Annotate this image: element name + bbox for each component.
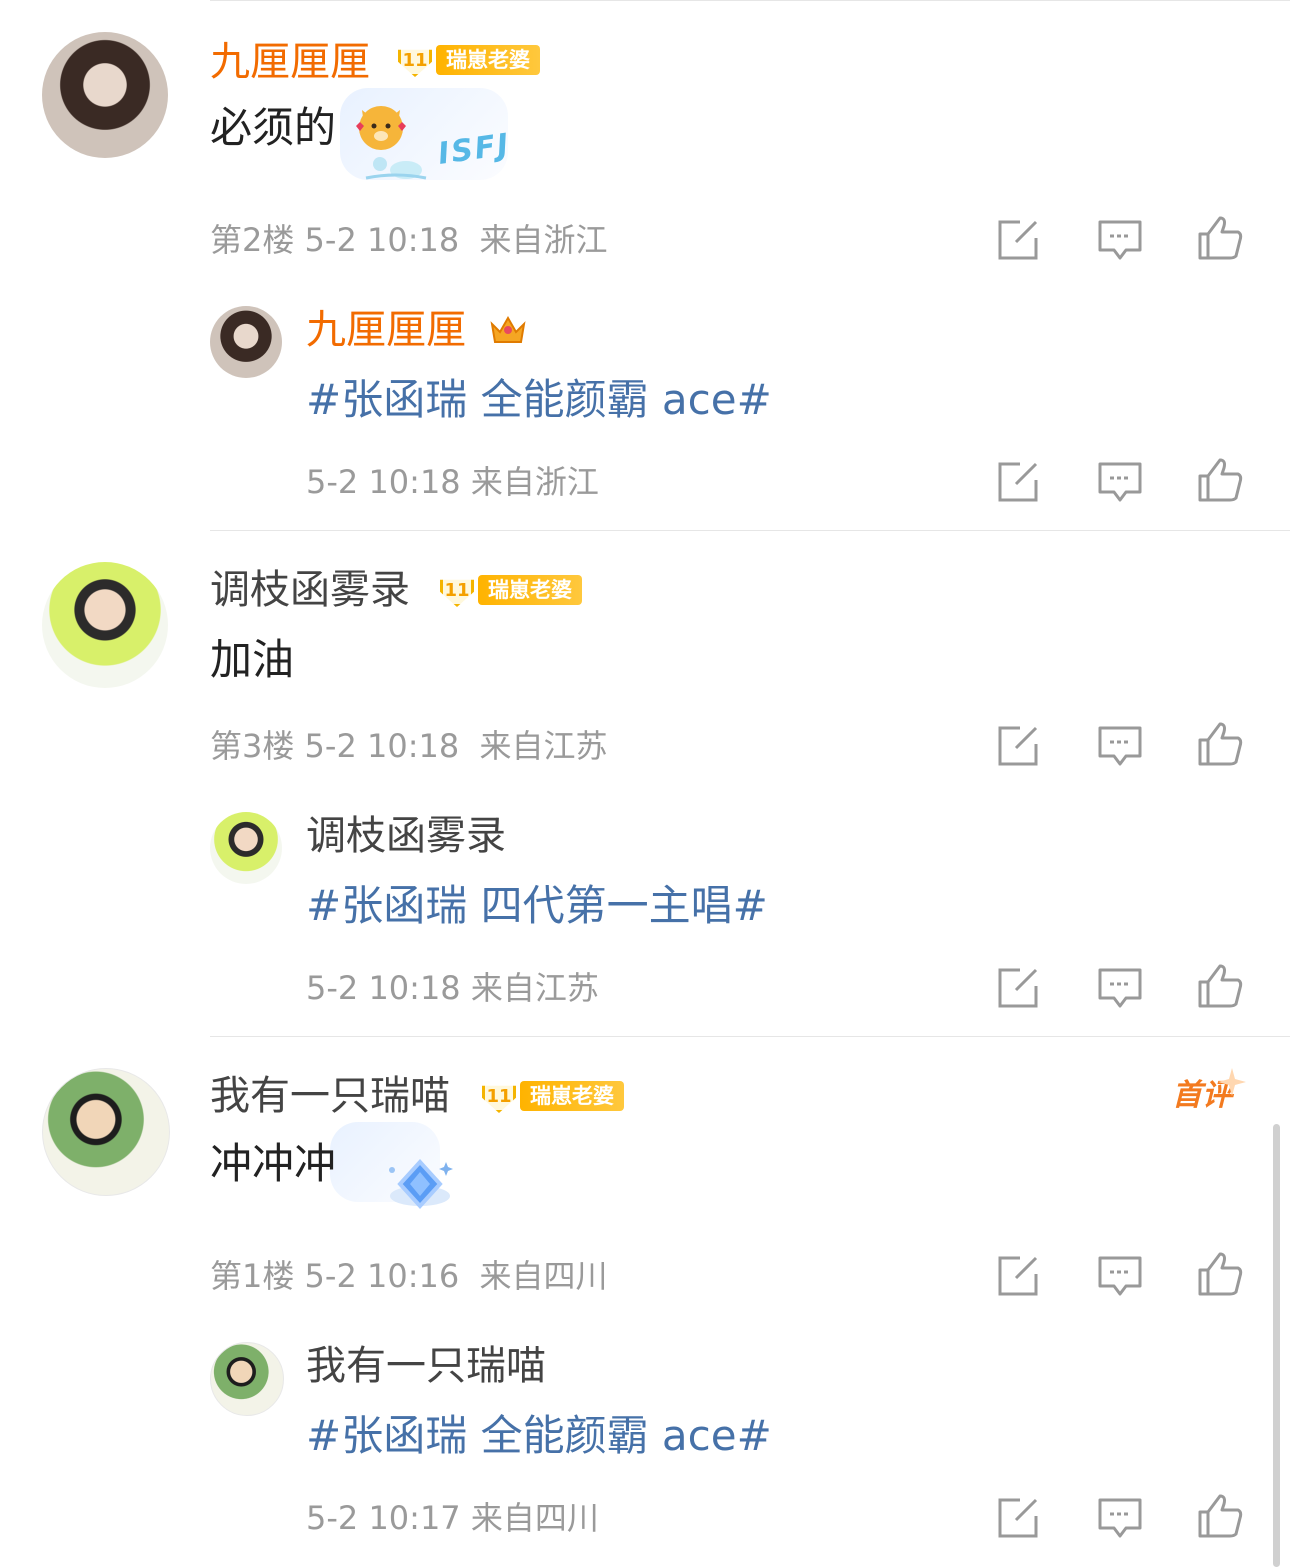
dog-emoji-icon xyxy=(356,106,406,150)
like-icon[interactable] xyxy=(1196,1250,1244,1298)
share-icon[interactable] xyxy=(994,964,1042,1012)
topic-link[interactable]: #张函瑞 全能颜霸 ace# xyxy=(306,374,772,426)
comment-meta: 第3楼 5-2 10:18 来自江苏 xyxy=(210,726,608,766)
topic-part: 四代第一主唱# xyxy=(480,881,768,930)
comment-author[interactable]: 调枝函雾录 xyxy=(210,566,410,614)
comment-icon[interactable] xyxy=(1096,216,1144,264)
fan-badge-label: 瑞崽老婆 xyxy=(478,575,582,605)
topic-part: #张函瑞 xyxy=(306,375,468,424)
avatar[interactable] xyxy=(42,562,168,688)
topic-part: #张函瑞 xyxy=(306,881,468,930)
comment-location: 来自浙江 xyxy=(479,221,608,259)
sparkle-icon xyxy=(1218,1068,1246,1096)
like-icon[interactable] xyxy=(1196,1492,1244,1540)
fan-level: 11 xyxy=(440,579,474,607)
comment-location: 来自四川 xyxy=(479,1257,608,1295)
share-icon[interactable] xyxy=(994,1252,1042,1300)
avatar[interactable] xyxy=(42,1068,170,1196)
floor-number: 第2楼 xyxy=(210,221,295,259)
like-icon[interactable] xyxy=(1196,214,1244,262)
comment-location: 来自江苏 xyxy=(479,727,608,765)
comment-icon[interactable] xyxy=(1096,722,1144,770)
fan-badge[interactable]: 11 瑞崽老婆 xyxy=(440,573,582,607)
topic-part: 全能颜霸 ace# xyxy=(480,1411,772,1460)
comment-meta: 第2楼 5-2 10:18 来自浙江 xyxy=(210,220,608,260)
divider xyxy=(210,0,1290,1)
topic-link[interactable]: #张函瑞 四代第一主唱# xyxy=(306,880,768,932)
floor-number: 第3楼 xyxy=(210,727,295,765)
like-icon[interactable] xyxy=(1196,720,1244,768)
share-icon[interactable] xyxy=(994,1494,1042,1542)
comment-author[interactable]: 我有一只瑞喵 xyxy=(210,1072,450,1120)
bird-sticker-icon xyxy=(365,157,427,180)
comment-icon[interactable] xyxy=(1096,1252,1144,1300)
share-icon[interactable] xyxy=(994,216,1042,264)
reply-author[interactable]: 调枝函雾录 xyxy=(306,812,506,860)
share-icon[interactable] xyxy=(994,458,1042,506)
like-icon[interactable] xyxy=(1196,456,1244,504)
topic-part: 全能颜霸 ace# xyxy=(480,375,772,424)
divider xyxy=(210,530,1290,531)
reply-avatar[interactable] xyxy=(210,1342,284,1416)
comment-time: 5-2 10:18 xyxy=(304,221,460,259)
topic-link[interactable]: #张函瑞 全能颜霸 ace# xyxy=(306,1410,772,1462)
reply-meta: 5-2 10:18 来自江苏 xyxy=(306,969,599,1007)
fan-level: 11 xyxy=(482,1085,516,1113)
reply-avatar[interactable] xyxy=(210,812,282,884)
crown-icon xyxy=(490,315,526,343)
fan-badge[interactable]: 11 瑞崽老婆 xyxy=(398,43,540,77)
scrollbar[interactable] xyxy=(1273,1124,1280,1567)
diamond-sticker-icon xyxy=(389,1159,453,1209)
fan-level: 11 xyxy=(398,49,432,77)
comment-text: 加油 xyxy=(210,635,295,684)
comment-author[interactable]: 九厘厘厘 xyxy=(210,38,370,86)
avatar[interactable] xyxy=(42,32,168,158)
comment-time: 5-2 10:18 xyxy=(304,727,460,765)
reply-avatar[interactable] xyxy=(210,306,282,378)
reply-meta: 5-2 10:17 来自四川 xyxy=(306,1499,599,1537)
comment-icon[interactable] xyxy=(1096,458,1144,506)
comment-time: 5-2 10:16 xyxy=(304,1257,460,1295)
reply-author[interactable]: 我有一只瑞喵 xyxy=(306,1342,546,1390)
topic-part: #张函瑞 xyxy=(306,1411,468,1460)
reply-meta: 5-2 10:18 来自浙江 xyxy=(306,463,599,501)
comment-text: 冲冲冲 xyxy=(210,1139,337,1188)
fan-badge-label: 瑞崽老婆 xyxy=(436,45,540,75)
comment-meta: 第1楼 5-2 10:16 来自四川 xyxy=(210,1256,608,1296)
comment-icon[interactable] xyxy=(1096,964,1144,1012)
fan-badge-label: 瑞崽老婆 xyxy=(520,1081,624,1111)
like-icon[interactable] xyxy=(1196,962,1244,1010)
fan-badge[interactable]: 11 瑞崽老婆 xyxy=(482,1079,624,1113)
reply-author[interactable]: 九厘厘厘 xyxy=(306,306,466,354)
share-icon[interactable] xyxy=(994,722,1042,770)
divider xyxy=(210,1036,1290,1037)
comment-text: 必须的 xyxy=(210,103,337,152)
comment-icon[interactable] xyxy=(1096,1494,1144,1542)
floor-number: 第1楼 xyxy=(210,1257,295,1295)
